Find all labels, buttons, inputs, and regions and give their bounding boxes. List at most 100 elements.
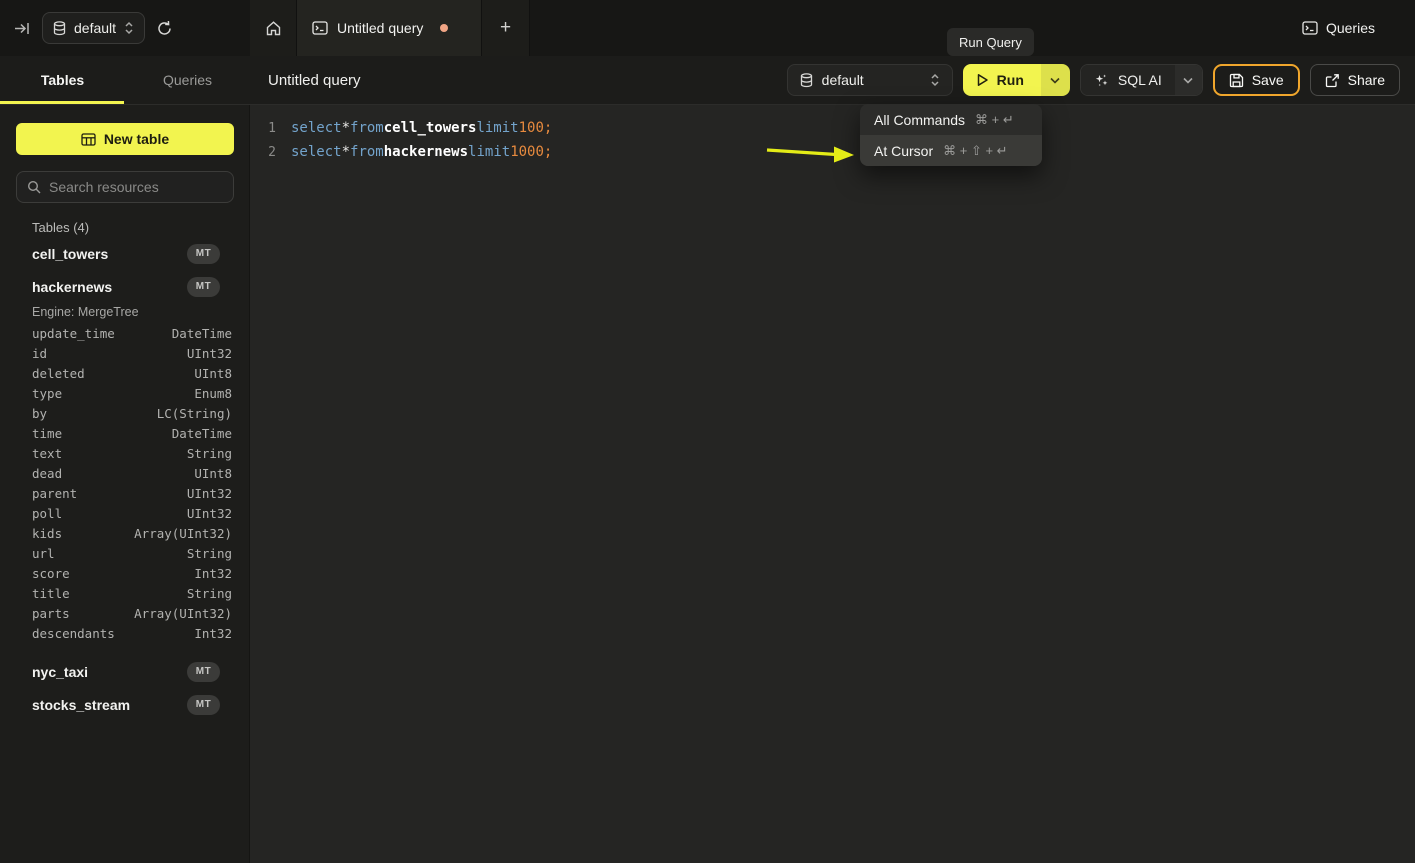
- top-bar: default: [0, 0, 1415, 56]
- column-type: DateTime: [172, 426, 232, 441]
- column-name: type: [32, 386, 62, 401]
- engine-badge: MT: [187, 244, 220, 264]
- column-row: type Enum8: [0, 383, 249, 403]
- tab-strip: Untitled query + Queries: [250, 0, 1415, 56]
- tab-tables[interactable]: Tables: [0, 56, 125, 104]
- toolbar-actions: default Run: [787, 64, 1400, 96]
- plus-icon: +: [500, 17, 511, 39]
- collapse-sidebar-icon: [14, 20, 31, 37]
- column-name: parts: [32, 606, 70, 621]
- table-name: cell_towers: [32, 246, 108, 262]
- table-row-nyc-taxi[interactable]: nyc_taxi MT: [0, 655, 249, 688]
- run-button[interactable]: Run: [963, 64, 1041, 96]
- column-row: time DateTime: [0, 423, 249, 443]
- table-row-hackernews[interactable]: hackernews MT: [0, 270, 249, 303]
- table-name: hackernews: [32, 279, 112, 295]
- code-token: limit: [476, 120, 518, 136]
- column-type: UInt8: [194, 466, 232, 481]
- home-tab[interactable]: [250, 0, 297, 56]
- column-row: textString: [0, 443, 249, 463]
- column-name: time: [32, 426, 62, 441]
- table-engine-info: Engine: MergeTree: [0, 303, 249, 323]
- run-button-group: Run: [963, 64, 1070, 96]
- home-icon: [265, 20, 282, 37]
- search-input[interactable]: [49, 179, 230, 195]
- sql-ai-options-button[interactable]: [1175, 65, 1202, 95]
- sidebar-tabs: Tables Queries: [0, 56, 250, 104]
- column-type: Enum8: [194, 386, 232, 401]
- queries-button[interactable]: Queries: [1302, 20, 1375, 36]
- new-tab-button[interactable]: +: [482, 0, 530, 56]
- column-row: descendants Int32: [0, 623, 249, 643]
- column-name: by: [32, 406, 47, 421]
- column-name: text: [32, 446, 62, 461]
- play-icon: [976, 73, 989, 87]
- menu-item-shortcut: ⌘ + ⇧ + ↵: [943, 143, 1007, 159]
- sql-ai-label: SQL AI: [1118, 72, 1162, 88]
- chevron-updown-icon: [124, 21, 134, 35]
- code-token: *: [342, 144, 350, 160]
- tab-untitled-query[interactable]: Untitled query: [297, 0, 482, 56]
- table-row-cell-towers[interactable]: cell_towers MT: [0, 237, 249, 270]
- column-row: kids Array(UInt32): [0, 523, 249, 543]
- collapse-sidebar-button[interactable]: [14, 20, 31, 37]
- sparkles-icon: [1094, 73, 1109, 88]
- engine-badge: MT: [187, 277, 220, 297]
- tab-queries[interactable]: Queries: [125, 56, 250, 104]
- save-button[interactable]: Save: [1213, 64, 1300, 96]
- query-database-value: default: [822, 72, 864, 88]
- code-token: cell_towers: [384, 120, 477, 136]
- run-options-button[interactable]: [1041, 64, 1070, 96]
- sidebar-header: default: [0, 0, 250, 56]
- column-name: kids: [32, 526, 62, 541]
- tab-label: Untitled query: [337, 20, 423, 36]
- database-selector-value: default: [74, 20, 116, 36]
- table-name: nyc_taxi: [32, 664, 88, 680]
- share-button[interactable]: Share: [1310, 64, 1400, 96]
- database-selector[interactable]: default: [42, 12, 145, 44]
- column-type: Array(UInt32): [134, 526, 232, 541]
- column-type: Int32: [194, 626, 232, 641]
- share-icon: [1325, 73, 1340, 88]
- code-token: 1000: [510, 144, 544, 160]
- menu-item-shortcut: ⌘ + ↵: [975, 112, 1014, 128]
- queries-button-label: Queries: [1326, 20, 1375, 36]
- new-table-button[interactable]: New table: [16, 123, 234, 155]
- column-row: by LC(String): [0, 403, 249, 423]
- sql-editor[interactable]: 1select * from cell_towers limit 100;2se…: [250, 105, 1415, 863]
- column-name: title: [32, 586, 70, 601]
- table-row-stocks-stream[interactable]: stocks_stream MT: [0, 688, 249, 721]
- run-options-menu: All Commands ⌘ + ↵ At Cursor ⌘ + ⇧ + ↵: [860, 104, 1042, 166]
- code-token: from: [350, 144, 384, 160]
- refresh-button[interactable]: [156, 20, 173, 37]
- sql-ai-button[interactable]: SQL AI: [1081, 65, 1175, 95]
- menu-item-at-cursor[interactable]: At Cursor ⌘ + ⇧ + ↵: [860, 135, 1042, 166]
- column-row: parentUInt32: [0, 483, 249, 503]
- database-icon: [53, 21, 66, 36]
- chevron-updown-icon: [930, 73, 940, 87]
- column-row: deletedUInt8: [0, 363, 249, 383]
- terminal-icon: [312, 21, 328, 35]
- refresh-icon: [156, 20, 173, 37]
- column-name: id: [32, 346, 47, 361]
- column-type: LC(String): [157, 406, 232, 421]
- menu-item-all-commands[interactable]: All Commands ⌘ + ↵: [860, 104, 1042, 135]
- unsaved-dot: [440, 24, 448, 32]
- column-list: update_timeDateTimeidUInt32deletedUInt8t…: [0, 323, 249, 643]
- column-type: String: [187, 546, 232, 561]
- query-title: Untitled query: [268, 72, 361, 89]
- line-number: 1: [250, 121, 276, 136]
- main-area: New table Tables (4) cell_towers MT hack…: [0, 105, 1415, 863]
- code-token: hackernews: [384, 144, 468, 160]
- code-token: limit: [468, 144, 510, 160]
- column-type: Int32: [194, 566, 232, 581]
- run-button-label: Run: [997, 72, 1024, 88]
- column-name: update_time: [32, 326, 115, 341]
- terminal-icon: [1302, 21, 1318, 35]
- query-database-selector[interactable]: default: [787, 64, 953, 96]
- column-type: Array(UInt32): [134, 606, 232, 621]
- column-row: idUInt32: [0, 343, 249, 363]
- database-icon: [800, 73, 813, 88]
- column-name: descendants: [32, 626, 115, 641]
- column-type: UInt32: [187, 486, 232, 501]
